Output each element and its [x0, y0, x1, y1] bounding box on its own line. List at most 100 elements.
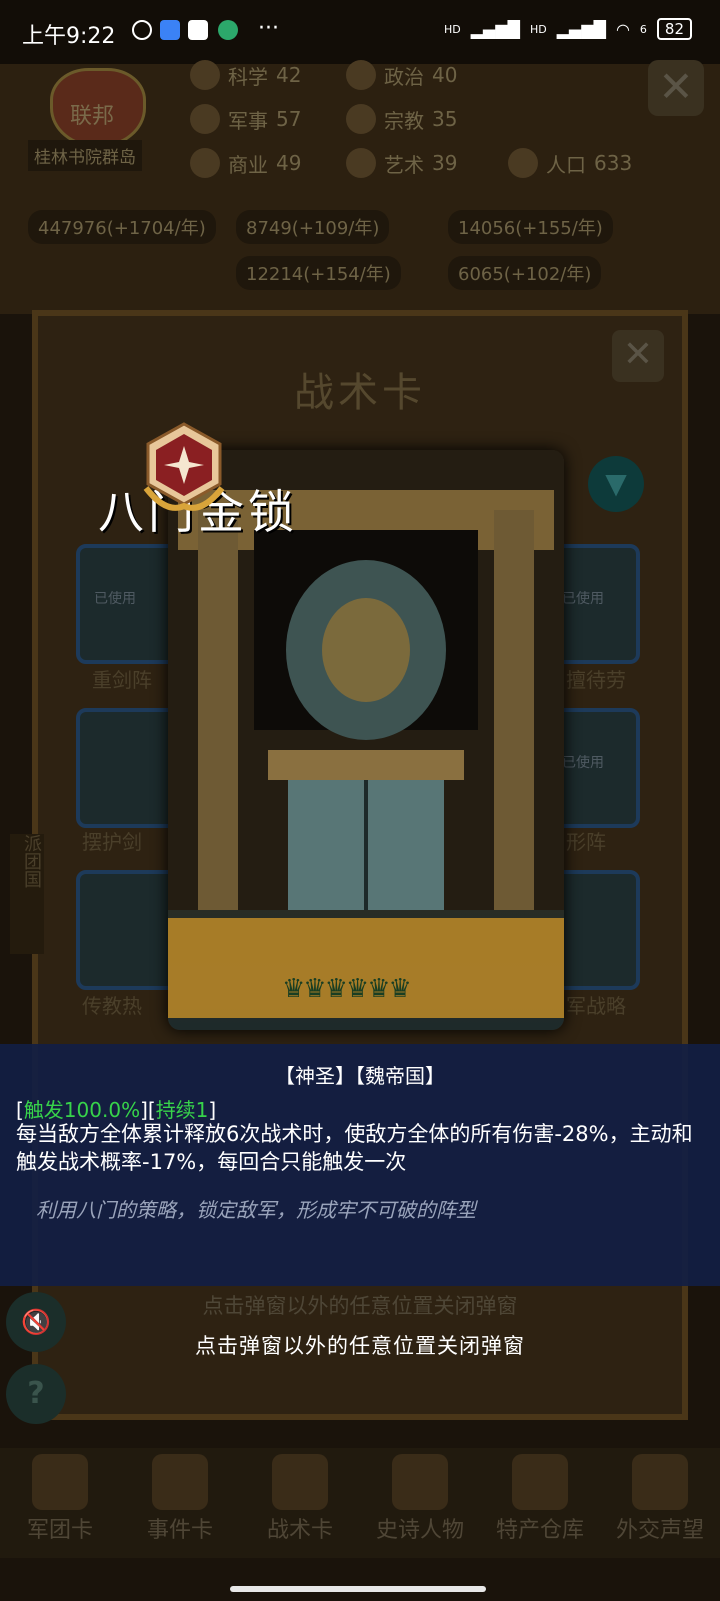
card-slot-label: 传教热	[82, 994, 142, 1018]
mute-icon[interactable]: 🔇	[6, 1292, 66, 1352]
app-notification-icon-3	[218, 20, 238, 40]
card-flavor-text: 利用八门的策略，锁定敌军，形成牢不可破的阵型	[36, 1198, 476, 1222]
politics-icon	[346, 60, 376, 90]
card-slot-label: 摆护剑	[82, 830, 142, 854]
resource-meat: 6065(+102/年)	[448, 256, 602, 290]
population-icon	[508, 148, 538, 178]
used-label: 已使用	[562, 755, 604, 771]
nav-label: 外交声望	[615, 1518, 704, 1543]
stat-label: 宗教	[384, 108, 424, 133]
shield-icon	[272, 1454, 328, 1510]
crown-rating-icon: ♛♛♛♛♛♛	[282, 974, 412, 1004]
card-tags: 【神圣】【魏帝国】	[275, 1064, 445, 1088]
nav-label: 史诗人物	[375, 1518, 464, 1543]
stat-value: 42	[276, 63, 302, 87]
status-time: 上午9:22	[22, 24, 116, 49]
stat-value: 40	[432, 63, 458, 87]
nav-diplomatic-prestige[interactable]: 外交声望	[600, 1448, 720, 1558]
wifi-label: 6	[639, 22, 647, 36]
wifi-icon: ◠	[615, 19, 630, 39]
stat-commerce: 商业 49	[190, 148, 301, 178]
chest-icon	[512, 1454, 568, 1510]
resource-text: 8749(+109/年)	[246, 218, 380, 239]
commerce-icon	[190, 148, 220, 178]
crown-icon	[392, 1454, 448, 1510]
resource-ore: 14056(+155/年)	[448, 210, 613, 244]
close-hint: 点击弹窗以外的任意位置关闭弹窗	[195, 1334, 525, 1358]
nav-legion-cards[interactable]: 军团卡	[0, 1448, 120, 1558]
signal-hd-icon-2: HD	[529, 22, 547, 36]
more-notifications: ···	[258, 16, 279, 41]
science-icon	[190, 60, 220, 90]
helmet-icon	[32, 1454, 88, 1510]
region-name: 桂林书院群岛	[28, 140, 142, 171]
card-slot-label: 擅待劳	[566, 668, 626, 692]
bracket: ]	[208, 1098, 217, 1122]
card-slot-label: 重剑阵	[92, 668, 152, 692]
stat-value: 633	[594, 151, 633, 175]
signal-bars-icon: ▂▄▆█	[470, 19, 520, 39]
alarm-icon	[132, 20, 152, 40]
resource-stone: 12214(+154/年)	[236, 256, 401, 290]
side-tab[interactable]: 派团国	[10, 834, 44, 954]
nav-label: 特产仓库	[495, 1518, 584, 1543]
help-icon[interactable]: ?	[6, 1364, 66, 1424]
art-icon	[346, 148, 376, 178]
resource-timber: 8749(+109/年)	[236, 210, 390, 244]
stat-label: 政治	[384, 64, 424, 89]
bracket: [	[16, 1098, 24, 1122]
nav-event-cards[interactable]: 事件卡	[120, 1448, 240, 1558]
nav-specialty-warehouse[interactable]: 特产仓库	[480, 1448, 600, 1558]
stat-value: 39	[432, 151, 458, 175]
nav-label: 战术卡	[266, 1518, 333, 1543]
card-slot-label: 军战略	[566, 994, 626, 1018]
nav-epic-figures[interactable]: 史诗人物	[360, 1448, 480, 1558]
nav-label: 事件卡	[146, 1518, 213, 1543]
nav-tactic-cards[interactable]: 战术卡	[240, 1448, 360, 1558]
stat-military: 军事 57	[190, 104, 301, 134]
stat-population: 人口 633	[508, 148, 632, 178]
hud-close-button[interactable]: ✕	[648, 60, 704, 116]
close-hint-shadow: 点击弹窗以外的任意位置关闭弹窗	[202, 1294, 518, 1318]
faction-title: 联邦	[70, 104, 115, 129]
status-indicators: HD ▂▄▆█ HD ▂▄▆█ ◠ 6 82	[444, 18, 692, 40]
stat-label: 人口	[546, 152, 586, 177]
stat-value: 57	[276, 107, 302, 131]
stat-science: 科学 42	[190, 60, 301, 90]
filter-icon[interactable]: ▼	[588, 456, 644, 512]
app-notification-icon	[160, 20, 180, 40]
stat-value: 35	[432, 107, 458, 131]
stat-label: 艺术	[384, 152, 424, 177]
bottom-nav: 军团卡 事件卡 战术卡 史诗人物 特产仓库 外交声望	[0, 1448, 720, 1558]
resource-text: 14056(+155/年)	[458, 218, 603, 239]
sacred-rank-badge-icon	[143, 422, 225, 511]
resource-text: 6065(+102/年)	[458, 264, 592, 285]
home-indicator[interactable]	[230, 1586, 486, 1592]
scroll-icon	[152, 1454, 208, 1510]
battery-icon: 82	[656, 18, 692, 40]
stat-value: 49	[276, 151, 302, 175]
envelope-icon	[632, 1454, 688, 1510]
stat-art: 艺术 39	[346, 148, 457, 178]
stat-politics: 政治 40	[346, 60, 457, 90]
signal-bars-icon-2: ▂▄▆█	[556, 19, 606, 39]
stat-religion: 宗教 35	[346, 104, 457, 134]
card-slot-label: 形阵	[566, 830, 606, 854]
resource-text: 12214(+154/年)	[246, 264, 391, 285]
resource-gold: 447976(+1704/年)	[28, 210, 216, 244]
stat-label: 科学	[228, 64, 268, 89]
duration: 持续1	[155, 1098, 209, 1122]
bracket: ][	[140, 1098, 156, 1122]
trigger-rate: 触发100.0%	[23, 1098, 141, 1122]
app-notification-icon-2	[188, 20, 208, 40]
stat-label: 商业	[228, 152, 268, 177]
signal-hd-icon: HD	[444, 22, 461, 36]
stat-label: 军事	[228, 108, 268, 133]
military-icon	[190, 104, 220, 134]
card-trigger-line: [触发100.0%][持续1]	[16, 1094, 216, 1123]
religion-icon	[346, 104, 376, 134]
used-label: 已使用	[562, 591, 604, 607]
card-effect-text: 每当敌方全体累计释放6次战术时，使敌方全体的所有伤害-28%，主动和触发战术概率…	[16, 1122, 693, 1174]
panel-close-button[interactable]: ✕	[612, 330, 664, 382]
nav-label: 军团卡	[26, 1518, 93, 1543]
